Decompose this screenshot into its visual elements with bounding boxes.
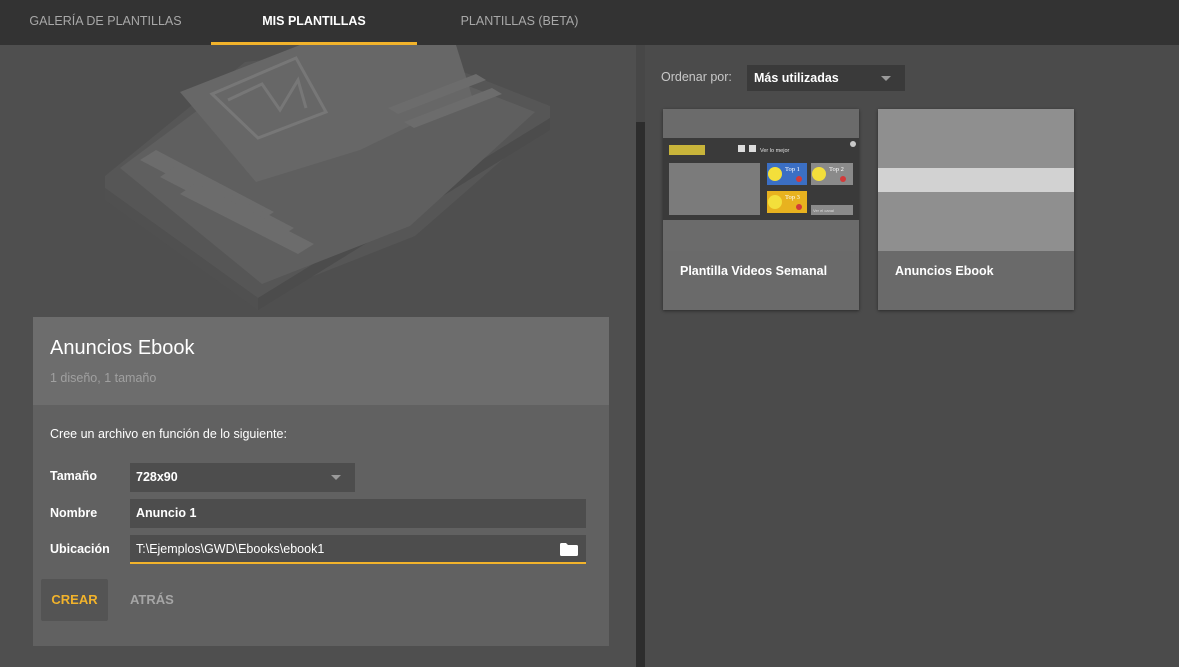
tablet-illustration <box>105 45 550 310</box>
preview-badge-3: Top 3 <box>785 194 800 201</box>
sort-select[interactable]: Más utilizadas <box>747 65 905 91</box>
folder-icon[interactable] <box>560 543 578 556</box>
chevron-down-icon <box>331 475 341 480</box>
create-button[interactable]: CREAR <box>41 579 108 621</box>
sort-value: Más utilizadas <box>754 71 839 85</box>
template-thumbnail <box>878 109 1074 251</box>
template-thumbnail: Ver lo mejor Top 1 Top 2 Top 3 Ver el ca… <box>663 109 859 251</box>
name-input[interactable]: Anuncio 1 <box>130 499 586 528</box>
chevron-down-icon <box>881 76 891 81</box>
template-name: Anuncios Ebook <box>895 264 994 278</box>
template-subtitle: 1 diseño, 1 tamaño <box>50 371 157 385</box>
preview-search-text: Ver el canal <box>813 208 834 213</box>
size-select[interactable]: 728x90 <box>130 463 355 492</box>
tab-templates-beta[interactable]: PLANTILLAS (BETA) <box>417 0 622 45</box>
location-label: Ubicación <box>50 542 110 556</box>
template-card-ebook[interactable]: Anuncios Ebook <box>878 109 1074 310</box>
location-input[interactable]: T:\Ejemplos\GWD\Ebooks\ebook1 <box>130 535 586 564</box>
back-button[interactable]: ATRÁS <box>130 579 174 621</box>
template-title: Anuncios Ebook <box>50 337 195 359</box>
template-name: Plantilla Videos Semanal <box>680 264 828 278</box>
preview-badge-2: Top 2 <box>829 166 844 173</box>
location-value: T:\Ejemplos\GWD\Ebooks\ebook1 <box>136 542 325 556</box>
size-value: 728x90 <box>136 470 178 484</box>
name-label: Nombre <box>50 506 98 520</box>
top-tab-bar: GALERÍA DE PLANTILLAS MIS PLANTILLAS PLA… <box>0 0 1179 45</box>
scrollbar-thumb[interactable] <box>636 122 645 667</box>
templates-list-pane: Ordenar por: Más utilizadas Ver lo mejor… <box>645 45 1179 667</box>
card-header: Anuncios Ebook 1 diseño, 1 tamaño <box>33 317 609 405</box>
tab-template-gallery[interactable]: GALERÍA DE PLANTILLAS <box>0 0 211 45</box>
preview-badge-1: Top 1 <box>785 166 800 173</box>
template-card-videos[interactable]: Ver lo mejor Top 1 Top 2 Top 3 Ver el ca… <box>663 109 859 310</box>
instruction-text: Cree un archivo en función de lo siguien… <box>50 427 287 441</box>
create-file-card: Anuncios Ebook 1 diseño, 1 tamaño Cree u… <box>33 317 609 646</box>
preview-header-text: Ver lo mejor <box>760 148 790 154</box>
size-label: Tamaño <box>50 469 97 483</box>
scrollbar[interactable] <box>636 45 645 667</box>
sort-label: Ordenar por: <box>661 70 732 84</box>
template-detail-pane: Anuncios Ebook 1 diseño, 1 tamaño Cree u… <box>0 45 636 667</box>
tab-my-templates[interactable]: MIS PLANTILLAS <box>211 0 417 45</box>
